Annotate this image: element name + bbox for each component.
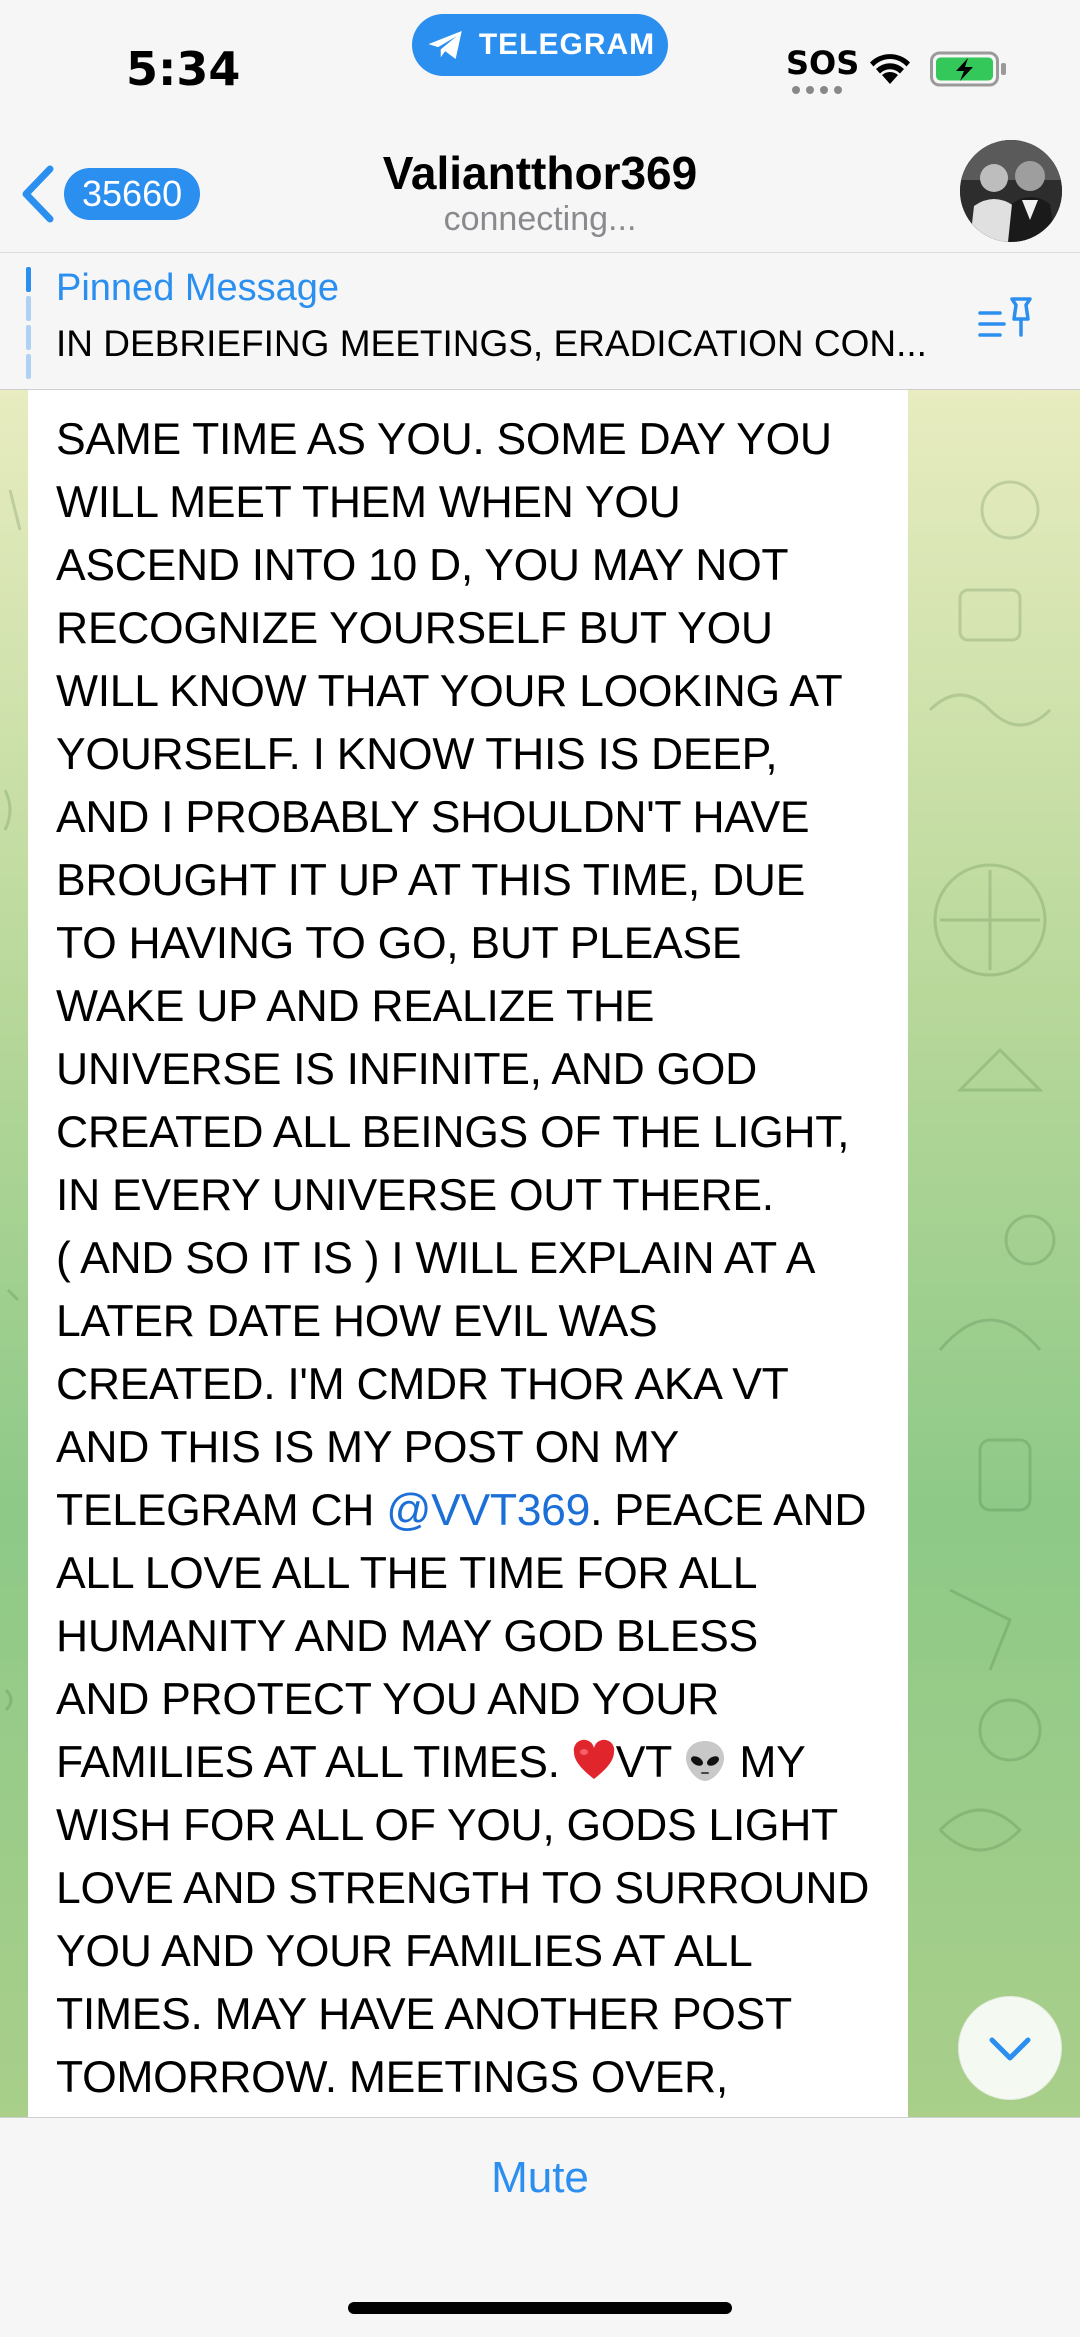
home-indicator[interactable]	[348, 2302, 732, 2314]
chat-title[interactable]: Valiantthor369	[0, 146, 1080, 200]
message-line: YOURSELF. I KNOW THIS IS DEEP,	[56, 730, 778, 779]
telegram-chat-screen: 5:34 TELEGRAM SOS 35660 Valiantthor369 c…	[0, 0, 1080, 2337]
message-line: WILL KNOW THAT YOUR LOOKING AT	[56, 667, 843, 716]
telegram-return-pill[interactable]: TELEGRAM	[412, 14, 668, 76]
pinned-message-bar[interactable]: Pinned Message IN DEBRIEFING MEETINGS, E…	[0, 252, 1080, 390]
pinned-list-icon[interactable]	[976, 291, 1038, 353]
message-line: RECOGNIZE YOURSELF BUT YOU	[56, 604, 773, 653]
channel-mention-link[interactable]: @VVT369	[386, 1486, 590, 1535]
chat-header: 35660 Valiantthor369 connecting...	[0, 140, 1080, 252]
message-line: AND I PROBABLY SHOULDN'T HAVE	[56, 793, 810, 842]
scroll-to-bottom-button[interactable]	[958, 1996, 1062, 2100]
connection-status: connecting...	[443, 200, 637, 238]
message-line: ( AND SO IT IS ) I WILL EXPLAIN AT A	[56, 1234, 816, 1283]
emoji-line-middle: VT	[615, 1738, 684, 1787]
mention-suffix: . PEACE AND	[590, 1486, 867, 1535]
message-line: TIMES. MAY HAVE ANOTHER POST	[56, 1990, 792, 2039]
message-line: IN EVERY UNIVERSE OUT THERE.	[56, 1171, 774, 1220]
message-line: WISH FOR ALL OF YOU, GODS LIGHT	[56, 1801, 838, 1850]
alien-emoji	[686, 1741, 725, 1781]
message-line: AND THIS IS MY POST ON MY	[56, 1423, 680, 1472]
message-line: HUMANITY AND MAY GOD BLESS	[56, 1612, 758, 1661]
message-line: CREATED. I'M CMDR THOR AKA VT	[56, 1360, 789, 1409]
message-line-with-emoji: FAMILIES AT ALL TIMES. VT MY	[56, 1731, 906, 1794]
chevron-down-icon	[989, 2037, 1031, 2061]
pinned-label: Pinned Message	[56, 267, 340, 309]
battery-charging-icon	[930, 51, 1006, 87]
message-line: WILL MEET THEM WHEN YOU	[56, 478, 681, 527]
message-line-with-mention: TELEGRAM CH @VVT369. PEACE AND	[56, 1479, 906, 1542]
emoji-line-prefix: FAMILIES AT ALL TIMES.	[56, 1738, 572, 1787]
message-line: TO HAVING TO GO, BUT PLEASE	[56, 919, 742, 968]
pinned-text: IN DEBRIEFING MEETINGS, ERADICATION CON.…	[56, 323, 927, 364]
message-line: CREATED ALL BEINGS OF THE LIGHT,	[56, 1108, 850, 1157]
chat-area[interactable]: SAME TIME AS YOU. SOME DAY YOU WILL MEET…	[0, 390, 1080, 2117]
mention-prefix: TELEGRAM CH	[56, 1486, 387, 1535]
avatar-photo	[960, 140, 1062, 242]
mute-button[interactable]: Mute	[440, 2148, 640, 2208]
emoji-line-suffix: MY	[727, 1738, 806, 1787]
message-line: ALL LOVE ALL THE TIME FOR ALL	[56, 1549, 758, 1598]
sos-indicator: SOS	[786, 44, 860, 96]
sos-label: SOS	[786, 44, 860, 82]
message-line: SAME TIME AS YOU. SOME DAY YOU	[56, 415, 832, 464]
wifi-icon	[870, 54, 910, 84]
message-text: SAME TIME AS YOU. SOME DAY YOU WILL MEET…	[56, 408, 906, 2117]
channel-avatar[interactable]	[960, 140, 1062, 242]
app-pill-label: TELEGRAM	[478, 28, 656, 61]
status-bar: 5:34 TELEGRAM SOS	[0, 0, 1080, 140]
message-line: AND PROTECT YOU AND YOUR	[56, 1675, 719, 1724]
message-line: UNIVERSE IS INFINITE, AND GOD	[56, 1045, 757, 1094]
message-bubble[interactable]: SAME TIME AS YOU. SOME DAY YOU WILL MEET…	[28, 390, 908, 2117]
message-line: LATER DATE HOW EVIL WAS	[56, 1297, 658, 1346]
message-line: YOU AND YOUR FAMILIES AT ALL	[56, 1927, 753, 1976]
sos-signal-dots	[786, 86, 848, 94]
message-line: WAKE UP AND REALIZE THE	[56, 982, 655, 1031]
bottom-bar: Mute	[0, 2117, 1080, 2337]
message-line: LOVE AND STRENGTH TO SURROUND	[56, 1864, 870, 1913]
telegram-icon	[428, 31, 462, 59]
red-heart-emoji	[573, 1739, 614, 1779]
message-line: BROUGHT IT UP AT THIS TIME, DUE	[56, 856, 806, 905]
message-line: TOMORROW. MEETINGS OVER,	[56, 2053, 728, 2102]
message-line: GOING BACK DOWN TO JOIN MY	[56, 2109, 906, 2117]
pinned-indicator	[26, 267, 31, 379]
message-line: ASCEND INTO 10 D, YOU MAY NOT	[56, 541, 789, 590]
status-time: 5:34	[126, 42, 241, 96]
